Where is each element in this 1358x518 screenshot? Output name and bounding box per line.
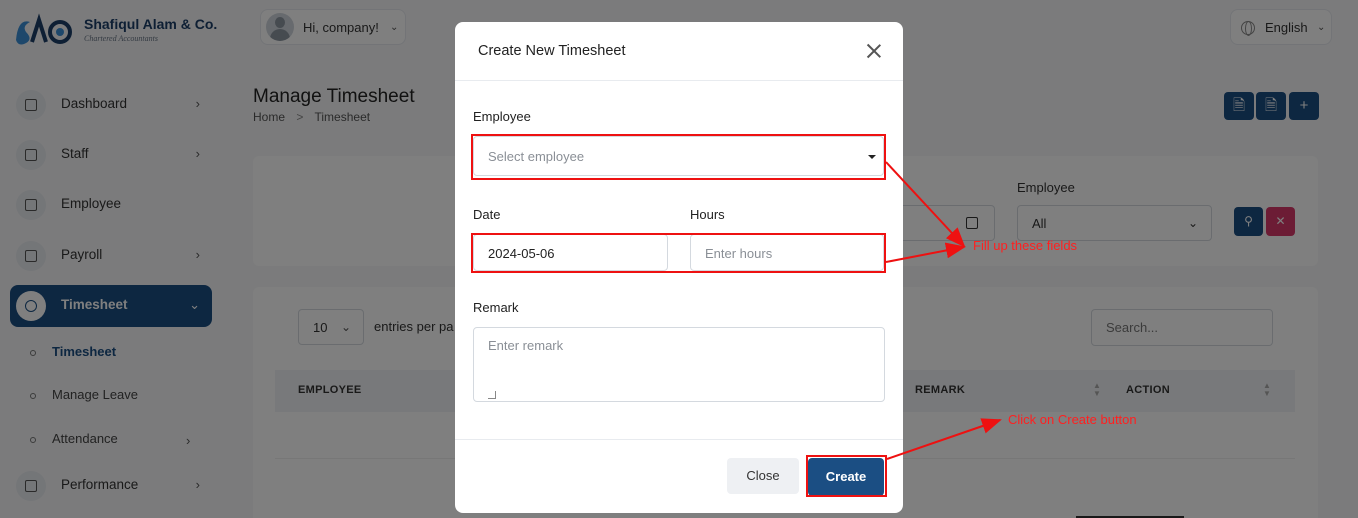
annotation-fill-fields: Fill up these fields bbox=[973, 238, 1078, 253]
annotation-arrows bbox=[885, 161, 1002, 460]
arrow-to-date-hours-fields bbox=[885, 242, 966, 263]
arrow-to-create-button bbox=[886, 418, 1002, 460]
arrow-to-employee-field bbox=[885, 161, 966, 248]
annotation-click-create: Click on Create button bbox=[1008, 412, 1137, 427]
